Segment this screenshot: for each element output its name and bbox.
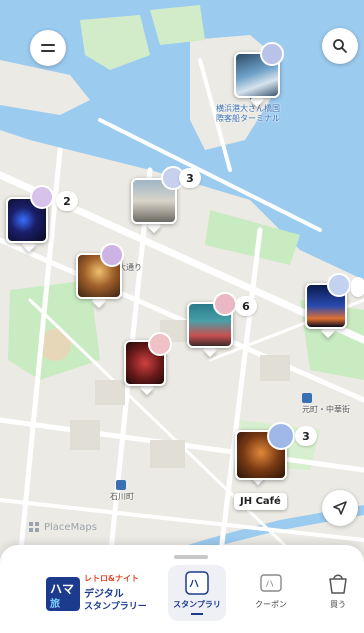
station-icon xyxy=(302,393,312,403)
stamp-badge-icon xyxy=(267,422,295,450)
tab-coupon-label: クーポン xyxy=(255,600,287,609)
tab-coupon[interactable]: ハ クーポン xyxy=(242,565,300,621)
campaign-title-line2: デジタル xyxy=(84,589,124,600)
navigation-arrow-icon xyxy=(333,501,347,515)
svg-text:ハ: ハ xyxy=(265,580,274,590)
stamp-badge-icon xyxy=(213,292,237,316)
svg-text:ハ: ハ xyxy=(189,579,199,590)
campaign-title-line3: スタンプラリー xyxy=(84,602,147,612)
pin-count xyxy=(351,277,364,297)
tab-stamp-rally-label: スタンプラリ xyxy=(173,600,221,609)
pin-label-jh-cafe[interactable]: JH Café xyxy=(234,493,287,510)
campaign-logo[interactable]: ハマ 旅 レトロ&ナイト デジタル スタンプラリー xyxy=(44,569,156,617)
stamp-badge-icon xyxy=(260,42,284,66)
stamp-rally-icon: ハ xyxy=(185,571,209,595)
shopping-bag-icon xyxy=(329,574,347,594)
stamp-badge-icon xyxy=(100,243,124,267)
pin-count: 6 xyxy=(235,296,257,316)
locate-button[interactable] xyxy=(322,490,358,526)
watermark-icon xyxy=(29,522,39,532)
search-icon xyxy=(333,39,347,53)
map-watermark: PlaceMaps xyxy=(28,521,97,533)
map-view[interactable]: 横浜港大さん橋国 際客船ターミナル 大通り 元町・中華街 石川町 PlaceMa… xyxy=(0,0,364,633)
station-label-motomachi: 元町・中華街 xyxy=(302,405,350,414)
coupon-icon: ハ xyxy=(260,574,282,592)
stamp-badge-icon xyxy=(327,273,351,297)
pin-count: 2 xyxy=(56,191,78,211)
tab-buy[interactable]: 買う xyxy=(312,565,364,621)
landmark-label-line1: 横浜港大さん橋国 xyxy=(216,104,280,113)
pin-count: 3 xyxy=(295,426,317,446)
menu-button[interactable] xyxy=(30,30,66,66)
drag-handle[interactable] xyxy=(174,555,208,559)
tab-active-indicator xyxy=(191,613,203,615)
pin-count: 3 xyxy=(179,168,201,188)
tab-stamp-rally[interactable]: ハ スタンプラリ xyxy=(168,565,226,621)
svg-text:旅: 旅 xyxy=(50,597,60,610)
landmark-label: 横浜港大さん橋国 際客船ターミナル xyxy=(216,104,316,124)
stamp-badge-icon xyxy=(148,332,172,356)
menu-icon xyxy=(41,44,55,52)
stamp-badge-icon xyxy=(30,185,54,209)
campaign-title-line1: レトロ&ナイト xyxy=(84,574,139,583)
bottom-navigation: ハマ 旅 レトロ&ナイト デジタル スタンプラリー ハ スタンプラリ ハ クーポ… xyxy=(0,545,364,633)
watermark-text: PlaceMaps xyxy=(44,521,97,533)
landmark-label-line2: 際客船ターミナル xyxy=(216,114,280,123)
tab-buy-label: 買う xyxy=(330,600,346,609)
search-button[interactable] xyxy=(322,28,358,64)
station-label-ishikawacho: 石川町 xyxy=(110,492,134,501)
svg-text:ハマ: ハマ xyxy=(50,582,74,596)
station-icon-2 xyxy=(116,480,126,490)
